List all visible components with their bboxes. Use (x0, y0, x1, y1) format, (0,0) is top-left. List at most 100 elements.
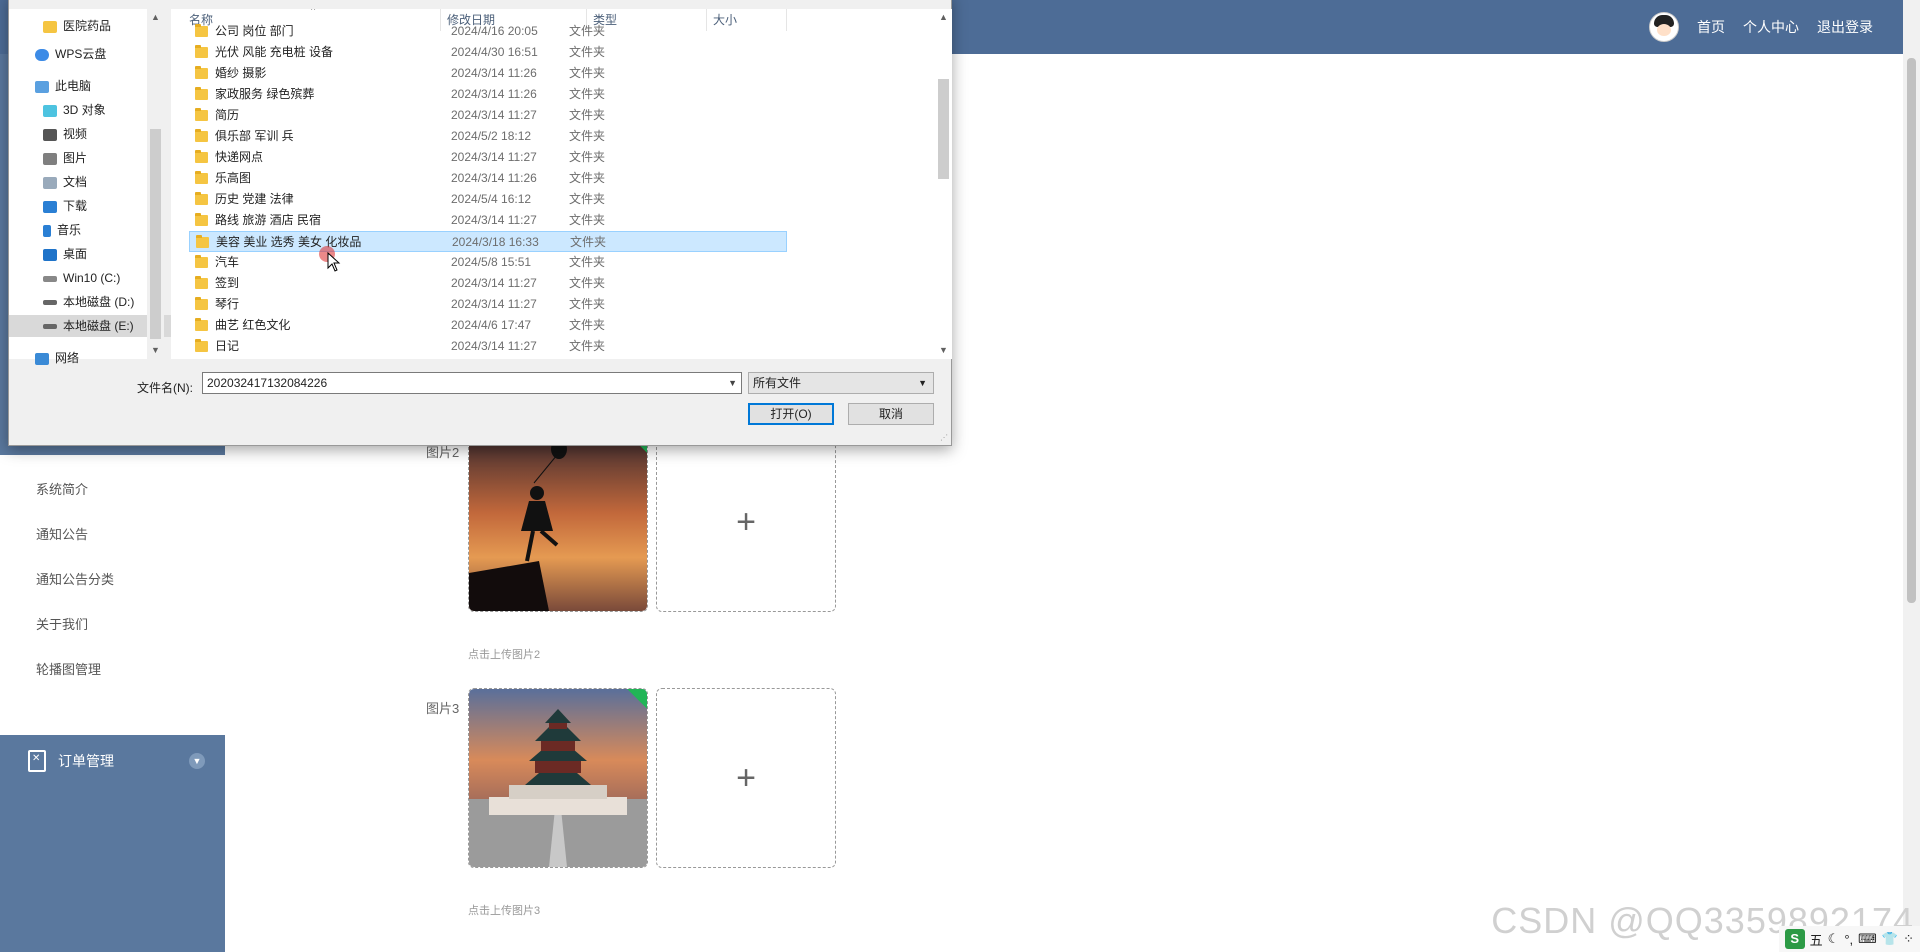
file-row[interactable]: 路线 旅游 酒店 民宿 2024/3/14 11:27 文件夹 (189, 210, 787, 231)
sidebar-item-system-intro[interactable]: 系统简介 (36, 479, 88, 498)
shirt-icon[interactable]: 👕 (1882, 931, 1898, 947)
file-name: 光伏 风能 充电桩 设备 (215, 45, 334, 59)
file-row[interactable]: 公司 岗位 部门 2024/4/16 20:05 文件夹 (189, 21, 787, 42)
filetype-value: 所有文件 (753, 376, 802, 390)
folder-icon (195, 129, 208, 142)
image3-thumbnail[interactable] (468, 688, 648, 868)
file-type: 文件夹 (569, 255, 606, 269)
scroll-down-arrow-icon[interactable]: ▼ (147, 342, 164, 359)
chevron-down-icon[interactable]: ▼ (728, 373, 737, 393)
file-row[interactable]: 快递网点 2024/3/14 11:27 文件夹 (189, 147, 787, 168)
file-row[interactable]: 签到 2024/3/14 11:27 文件夹 (189, 273, 787, 294)
desktop-icon (43, 248, 57, 261)
image2-picture (469, 433, 647, 611)
nav-item-label: 桌面 (63, 247, 88, 261)
file-type: 文件夹 (569, 45, 606, 59)
file-type: 文件夹 (569, 297, 606, 311)
file-row[interactable]: 日记 2024/3/14 11:27 文件夹 (189, 336, 787, 357)
folder-icon (195, 213, 208, 226)
file-date: 2024/3/14 11:27 (451, 339, 537, 353)
file-date: 2024/4/16 20:05 (451, 24, 538, 38)
file-name: 曲艺 红色文化 (215, 318, 291, 332)
file-row[interactable]: 汽车 2024/5/8 15:51 文件夹 (189, 252, 787, 273)
filename-input[interactable]: 202032417132084226 ▼ (202, 372, 742, 394)
file-name: 家政服务 绿色殡葬 (215, 87, 315, 101)
folder-icon (195, 255, 208, 268)
nav-home-link[interactable]: 首页 (1697, 17, 1725, 37)
file-name: 婚纱 摄影 (215, 66, 267, 80)
folder-icon (43, 20, 57, 33)
file-row[interactable]: 曲艺 红色文化 2024/4/6 17:47 文件夹 (189, 315, 787, 336)
folder-icon (195, 192, 208, 205)
file-type: 文件夹 (569, 24, 606, 38)
scroll-down-arrow-icon[interactable]: ▼ (935, 342, 952, 359)
file-type: 文件夹 (569, 339, 606, 353)
page-scrollbar-thumb[interactable] (1907, 58, 1916, 603)
filetype-select[interactable]: 所有文件 ▼ (748, 372, 934, 394)
file-list-scrollbar-thumb[interactable] (938, 79, 949, 179)
nav-item-label: 文档 (63, 175, 88, 189)
file-row[interactable]: 美容 美业 选秀 美女 化妆品 2024/3/18 16:33 文件夹 (189, 231, 787, 252)
resize-grip-icon[interactable]: ⋰ (940, 433, 948, 442)
nav-item-label: 网络 (55, 351, 80, 365)
filename-value: 202032417132084226 (207, 376, 328, 390)
file-list: ^ 名称 修改日期 类型 大小 公司 岗位 部门 2024/4/16 20:05 文… (171, 9, 935, 359)
file-row[interactable]: 历史 党建 法律 2024/5/4 16:12 文件夹 (189, 189, 787, 210)
scroll-up-arrow-icon[interactable]: ▲ (147, 9, 164, 26)
nav-profile-link[interactable]: 个人中心 (1743, 17, 1799, 37)
file-open-dialog: 医院药品 WPS云盘 此电脑 3D 对象 视频 图片 文档 下载 音乐 桌面 W… (8, 0, 952, 446)
image3-label: 图片3 (426, 701, 460, 716)
file-row[interactable]: 琴行 2024/3/14 11:27 文件夹 (189, 294, 787, 315)
computer-icon (35, 80, 49, 93)
ime-mode-label[interactable]: 五 (1810, 930, 1823, 949)
sidebar-item-notices[interactable]: 通知公告 (36, 524, 88, 543)
scroll-up-arrow-icon[interactable]: ▲ (935, 9, 952, 26)
file-name: 汽车 (215, 255, 240, 269)
file-name: 日记 (215, 339, 240, 353)
nav-scrollbar-thumb[interactable] (150, 129, 161, 339)
file-list-scrollbar[interactable]: ▲ ▼ (935, 9, 952, 359)
folder-icon (195, 87, 208, 100)
moon-icon[interactable]: ☾ (1828, 931, 1840, 947)
file-row[interactable]: 家政服务 绿色殡葬 2024/3/14 11:26 文件夹 (189, 84, 787, 105)
image2-upload-button[interactable]: + (656, 432, 836, 612)
keyboard-icon[interactable]: ⌨ (1858, 931, 1877, 947)
file-row[interactable]: 婚纱 摄影 2024/3/14 11:26 文件夹 (189, 63, 787, 84)
system-tray: S 五 ☾ °, ⌨ 👕 ⁘ (1778, 926, 1920, 952)
drive-icon (43, 324, 57, 330)
sogou-ime-icon[interactable]: S (1784, 929, 1805, 949)
image2-thumbnail[interactable] (468, 432, 648, 612)
chevron-down-icon: ▼ (918, 378, 927, 388)
file-type: 文件夹 (569, 150, 606, 164)
file-type: 文件夹 (569, 276, 606, 290)
file-row[interactable]: 俱乐部 军训 兵 2024/5/2 18:12 文件夹 (189, 126, 787, 147)
sidebar-item-about-us[interactable]: 关于我们 (36, 614, 88, 633)
network-icon (35, 352, 49, 365)
sidebar-item-notice-categories[interactable]: 通知公告分类 (36, 569, 114, 588)
file-row[interactable]: 乐高图 2024/3/14 11:26 文件夹 (189, 168, 787, 189)
sidebar-item-orders[interactable]: 订单管理 ▼ (0, 736, 225, 786)
file-date: 2024/3/14 11:26 (451, 87, 537, 101)
open-button[interactable]: 打开(O) (748, 403, 834, 425)
grid-icon[interactable]: ⁘ (1903, 931, 1914, 947)
punctuation-icon[interactable]: °, (1844, 932, 1853, 947)
file-row[interactable]: 简历 2024/3/14 11:27 文件夹 (189, 105, 787, 126)
cancel-button[interactable]: 取消 (848, 403, 934, 425)
nav-pane-scrollbar[interactable]: ▲ ▼ (147, 9, 164, 359)
file-type: 文件夹 (569, 66, 606, 80)
folder-icon (195, 45, 208, 58)
clipboard-icon (28, 750, 46, 772)
page-scrollbar[interactable] (1903, 0, 1920, 952)
file-row[interactable]: 光伏 风能 充电桩 设备 2024/4/30 16:51 文件夹 (189, 42, 787, 63)
video-icon (43, 128, 57, 141)
image3-upload-button[interactable]: + (656, 688, 836, 868)
file-date: 2024/3/14 11:27 (451, 213, 537, 227)
nav-logout-link[interactable]: 退出登录 (1817, 17, 1873, 37)
file-date: 2024/5/8 15:51 (451, 255, 532, 269)
sidebar-item-carousel[interactable]: 轮播图管理 (36, 659, 101, 678)
nav-item-label: 本地磁盘 (E:) (63, 319, 134, 333)
drive-icon (43, 300, 57, 306)
nav-item-label: 下载 (63, 199, 88, 213)
file-date: 2024/3/18 16:33 (452, 235, 539, 249)
user-avatar[interactable] (1649, 12, 1679, 42)
